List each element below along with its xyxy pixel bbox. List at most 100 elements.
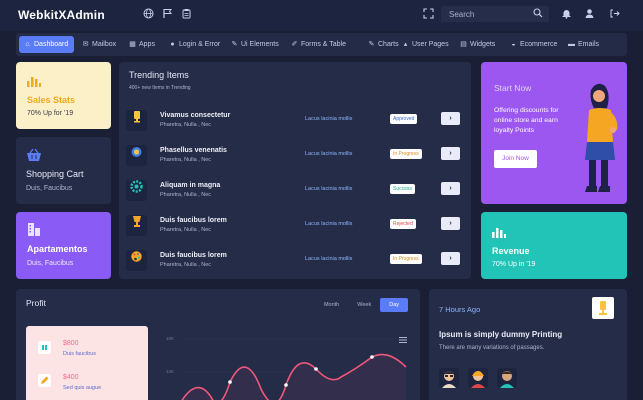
nav-item-forms-table[interactable]: ✐ Forms & Table	[291, 37, 346, 52]
nav-item-charts[interactable]: ✎ Charts	[368, 37, 399, 52]
clipboard-icon[interactable]	[181, 8, 192, 19]
avatar[interactable]	[497, 368, 517, 388]
grid-icon: ▦	[129, 41, 136, 48]
trending-items-panel: Trending Items 400+ new Items in Trendin…	[119, 62, 471, 279]
chevron-right-icon: ›	[449, 220, 452, 227]
cup-icon	[126, 215, 147, 236]
shopping-cart-card[interactable]: Shopping Cart Duis, Faucibus	[16, 137, 111, 204]
activity-title: Ipsum is simply dummy Printing	[439, 330, 563, 339]
status-badge: Success	[390, 184, 415, 194]
item-desc: Pharetra, Nulla , Nec	[160, 227, 212, 233]
item-desc: Pharetra, Nulla , Nec	[160, 122, 212, 128]
woman-illustration	[577, 80, 625, 204]
building-icon	[27, 222, 41, 242]
nav-item-apps[interactable]: ▦ Apps	[129, 37, 155, 52]
row-arrow-button[interactable]: ›	[441, 182, 460, 195]
nav-item-login-error[interactable]: ● Login & Error	[169, 37, 220, 52]
item-name: Aliquam in magna	[160, 182, 221, 189]
avatar[interactable]	[439, 368, 459, 388]
apartments-card[interactable]: Apartamentos Duis, Faucibus	[16, 212, 111, 279]
medal-icon	[126, 145, 147, 166]
row-arrow-button[interactable]: ›	[441, 147, 460, 160]
nav-label: Login & Error	[179, 41, 221, 48]
trophy-icon	[592, 297, 614, 319]
row-arrow-button[interactable]: ›	[441, 217, 460, 230]
profit-point	[314, 367, 318, 371]
shopping-cart-title: Shopping Cart	[26, 169, 84, 179]
fullscreen-icon[interactable]	[423, 8, 434, 19]
sales-stats-sub: 70% Up for '19	[27, 110, 74, 117]
item-name: Vivamus consectetur	[160, 112, 231, 119]
item-desc: Pharetra, Nulla , Nec	[160, 262, 212, 268]
chevron-right-icon: ›	[449, 255, 452, 262]
gear-icon	[126, 180, 147, 201]
nav-label: Mailbox	[92, 41, 117, 48]
chevron-right-icon: ›	[449, 115, 452, 122]
bar-chart-icon	[492, 225, 506, 243]
profit-line-chart	[181, 338, 407, 400]
widget-icon: ▤	[460, 41, 467, 48]
bell-icon[interactable]	[561, 8, 572, 19]
search-icon[interactable]	[533, 8, 543, 18]
trending-row[interactable]: Duis faucibus lorem Pharetra, Nulla , Ne…	[124, 212, 467, 242]
status-badge: Rejected	[390, 219, 416, 229]
profit-point	[284, 383, 288, 387]
pencil-icon: ✎	[231, 41, 238, 48]
revenue-card[interactable]: Revenue 70% Up in '19	[481, 212, 627, 279]
sales-stats-title: Sales Stats	[27, 95, 76, 105]
user-icon[interactable]	[584, 8, 595, 19]
nav-label: Dashboard	[34, 41, 69, 48]
start-now-card: Start Now Offering discounts for online …	[481, 62, 627, 204]
nav-label: Apps	[139, 41, 155, 48]
nav-item-mailbox[interactable]: ✉ Mailbox	[82, 37, 117, 52]
trending-title: Trending Items	[129, 70, 189, 80]
start-title: Start Now	[494, 83, 532, 93]
row-arrow-button[interactable]: ›	[441, 252, 460, 265]
trending-row[interactable]: Duis faucibus lorem Pharetra, Nulla , Ne…	[124, 247, 467, 277]
brush-icon: ✐	[291, 41, 298, 48]
logout-icon[interactable]	[609, 8, 620, 19]
item-desc: Pharetra, Nulla , Nec	[160, 157, 212, 163]
item-lacus: Lacus lacinia mollis	[305, 256, 353, 262]
trending-row[interactable]: Phasellus venenatis Pharetra, Nulla , Ne…	[124, 142, 467, 172]
nav-label: User Pages	[412, 41, 449, 48]
flag-icon[interactable]	[162, 8, 173, 19]
start-text: Offering discounts for online store and …	[494, 107, 559, 134]
activity-time: 7 Hours Ago	[439, 305, 481, 314]
nav-item-ecommerce[interactable]: ◒ Ecommerce	[510, 37, 557, 52]
item-name: Duis faucibus lorem	[160, 217, 227, 224]
trending-row[interactable]: Vivamus consectetur Pharetra, Nulla , Ne…	[124, 107, 467, 137]
palette-icon	[126, 250, 147, 271]
nav-item-dashboard[interactable]: ⌂ Dashboard	[19, 36, 75, 53]
chart-icon: ✎	[368, 41, 375, 48]
nav-label: Widgets	[470, 41, 496, 48]
main-nav: ⌂ Dashboard ✉ Mailbox ▦ Apps ● Login & Error…	[16, 33, 627, 56]
lock-icon: ●	[170, 41, 175, 48]
item-name: Duis faucibus lorem	[160, 252, 227, 259]
person-icon: ▴	[403, 41, 408, 48]
nav-item-widgets[interactable]: ▤ Widgets	[460, 37, 495, 52]
search-input[interactable]: Search	[441, 6, 549, 22]
item-lacus: Lacus lacinia mollis	[305, 116, 353, 122]
profit-point	[370, 355, 374, 359]
nav-item-user-pages[interactable]: ▴ User Pages	[402, 37, 449, 52]
apartments-sub: Duis, Faucibus	[27, 260, 74, 267]
trending-row[interactable]: Aliquam in magna Pharetra, Nulla , Nec L…	[124, 177, 467, 207]
status-badge: In Progress	[390, 254, 422, 264]
sales-stats-card[interactable]: Sales Stats 70% Up for '19	[16, 62, 111, 129]
shopping-cart-sub: Duis, Faucibus	[26, 185, 73, 192]
status-badge: Approved	[390, 114, 418, 124]
activity-panel: 7 Hours Ago Ipsum is simply dummy Printi…	[429, 289, 627, 400]
avatar[interactable]	[468, 368, 488, 388]
nav-label: Forms & Table	[301, 41, 346, 48]
app-title: WebkitXAdmin	[18, 8, 105, 22]
nav-item-ui-elements[interactable]: ✎ Ui Elements	[231, 37, 279, 52]
globe-icon[interactable]	[143, 8, 154, 19]
revenue-sub: 70% Up in '19	[492, 261, 536, 268]
item-lacus: Lacus lacinia mollis	[305, 186, 353, 192]
mail-icon: ✉	[82, 41, 89, 48]
nav-item-emails[interactable]: ▬ Emails	[568, 37, 599, 52]
row-arrow-button[interactable]: ›	[441, 112, 460, 125]
item-desc: Pharetra, Nulla , Nec	[160, 192, 212, 198]
join-now-button[interactable]: Join Now	[494, 150, 537, 168]
